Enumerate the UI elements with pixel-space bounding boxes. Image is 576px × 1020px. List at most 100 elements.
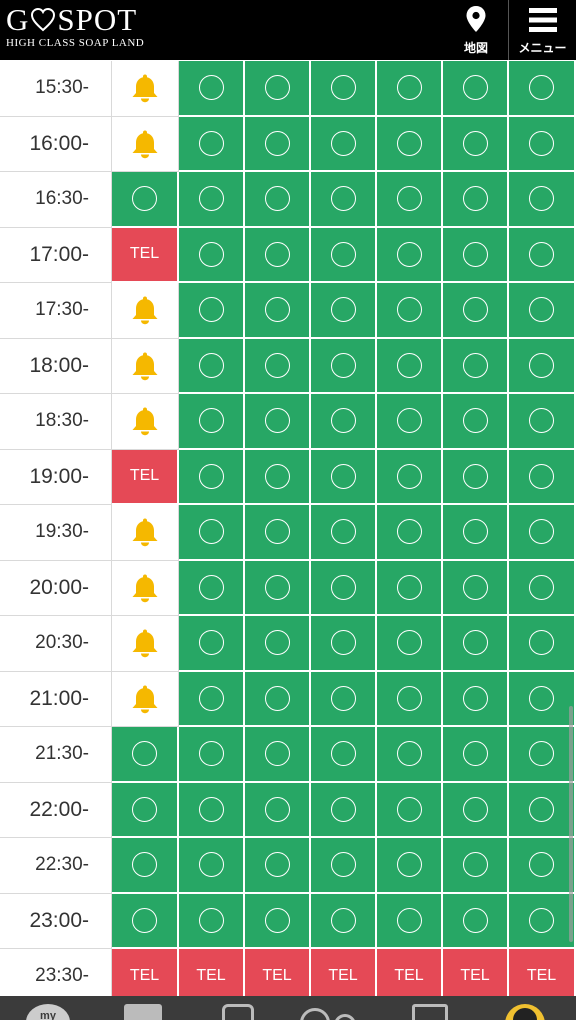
slot-available[interactable] [179,116,245,172]
slot-available[interactable] [509,449,576,505]
slot-available[interactable] [311,505,377,561]
slot-available[interactable] [443,782,509,838]
slot-available[interactable] [377,172,443,228]
slot-available[interactable] [245,505,311,561]
slot-available[interactable] [112,172,179,228]
logo[interactable]: G SPOT HIGH CLASS SOAP LAND [6,4,144,50]
user-icon[interactable] [505,1004,545,1020]
slot-available[interactable] [245,338,311,394]
slot-available[interactable] [509,727,576,783]
slot-available[interactable] [245,61,311,117]
slot-available[interactable] [311,394,377,450]
slot-available[interactable] [311,338,377,394]
slot-available[interactable] [377,893,443,949]
slot-available[interactable] [245,394,311,450]
slot-available[interactable] [112,782,179,838]
slot-available[interactable] [509,172,576,228]
slot-available[interactable] [377,338,443,394]
slot-available[interactable] [112,838,179,894]
slot-available[interactable] [179,449,245,505]
slot-available[interactable] [179,394,245,450]
slot-available[interactable] [245,782,311,838]
slot-available[interactable] [443,116,509,172]
slot-available[interactable] [179,61,245,117]
slot-available[interactable] [443,560,509,616]
my-icon[interactable]: my [26,1004,70,1020]
slot-available[interactable] [377,782,443,838]
slot-available[interactable] [377,838,443,894]
slot-available[interactable] [443,449,509,505]
scrollbar[interactable] [569,706,573,942]
slot-available[interactable] [443,227,509,283]
slot-available[interactable] [179,560,245,616]
slot-bell[interactable] [112,116,179,172]
slot-available[interactable] [443,616,509,672]
menu-button[interactable]: メニュー [508,0,576,60]
slot-available[interactable] [179,893,245,949]
slot-available[interactable] [112,727,179,783]
slot-bell[interactable] [112,616,179,672]
slot-bell[interactable] [112,505,179,561]
slot-available[interactable] [245,172,311,228]
slot-available[interactable] [245,449,311,505]
slot-available[interactable] [509,505,576,561]
slot-available[interactable] [179,782,245,838]
slot-available[interactable] [311,893,377,949]
slot-available[interactable] [377,616,443,672]
slot-available[interactable] [509,283,576,339]
slot-available[interactable] [509,227,576,283]
slot-available[interactable] [245,283,311,339]
slot-available[interactable] [509,782,576,838]
slot-available[interactable] [179,338,245,394]
slot-available[interactable] [443,338,509,394]
slot-bell[interactable] [112,560,179,616]
slot-available[interactable] [179,505,245,561]
slot-available[interactable] [112,893,179,949]
slot-available[interactable] [443,893,509,949]
slot-available[interactable] [311,116,377,172]
slot-available[interactable] [311,61,377,117]
slot-bell[interactable] [112,283,179,339]
slot-available[interactable] [443,838,509,894]
slot-available[interactable] [377,283,443,339]
slot-available[interactable] [509,338,576,394]
slot-available[interactable] [509,61,576,117]
slot-available[interactable] [377,449,443,505]
slot-bell[interactable] [112,671,179,727]
map-button[interactable]: 地図 [446,0,506,60]
slot-available[interactable] [377,560,443,616]
slot-available[interactable] [245,227,311,283]
slot-tel[interactable]: TEL [112,227,179,283]
slot-available[interactable] [377,727,443,783]
slot-available[interactable] [311,616,377,672]
slot-bell[interactable] [112,338,179,394]
slot-available[interactable] [179,671,245,727]
slot-available[interactable] [311,227,377,283]
slot-available[interactable] [179,172,245,228]
slot-available[interactable] [377,394,443,450]
slot-available[interactable] [443,61,509,117]
slot-available[interactable] [377,61,443,117]
slot-available[interactable] [377,505,443,561]
slot-available[interactable] [245,560,311,616]
slot-available[interactable] [509,838,576,894]
slot-available[interactable] [245,616,311,672]
shop-icon[interactable] [222,1004,254,1020]
slot-available[interactable] [245,727,311,783]
slot-available[interactable] [311,449,377,505]
slot-available[interactable] [443,727,509,783]
slot-available[interactable] [179,727,245,783]
slot-available[interactable] [443,394,509,450]
slot-available[interactable] [377,227,443,283]
slot-available[interactable] [509,560,576,616]
slot-available[interactable] [245,838,311,894]
slot-tel[interactable]: TEL [112,449,179,505]
slot-available[interactable] [311,671,377,727]
slot-available[interactable] [245,671,311,727]
slot-available[interactable] [377,671,443,727]
chat-icon[interactable] [300,1004,364,1020]
slot-available[interactable] [179,838,245,894]
slot-available[interactable] [509,671,576,727]
slot-available[interactable] [311,727,377,783]
slot-bell[interactable] [112,61,179,117]
